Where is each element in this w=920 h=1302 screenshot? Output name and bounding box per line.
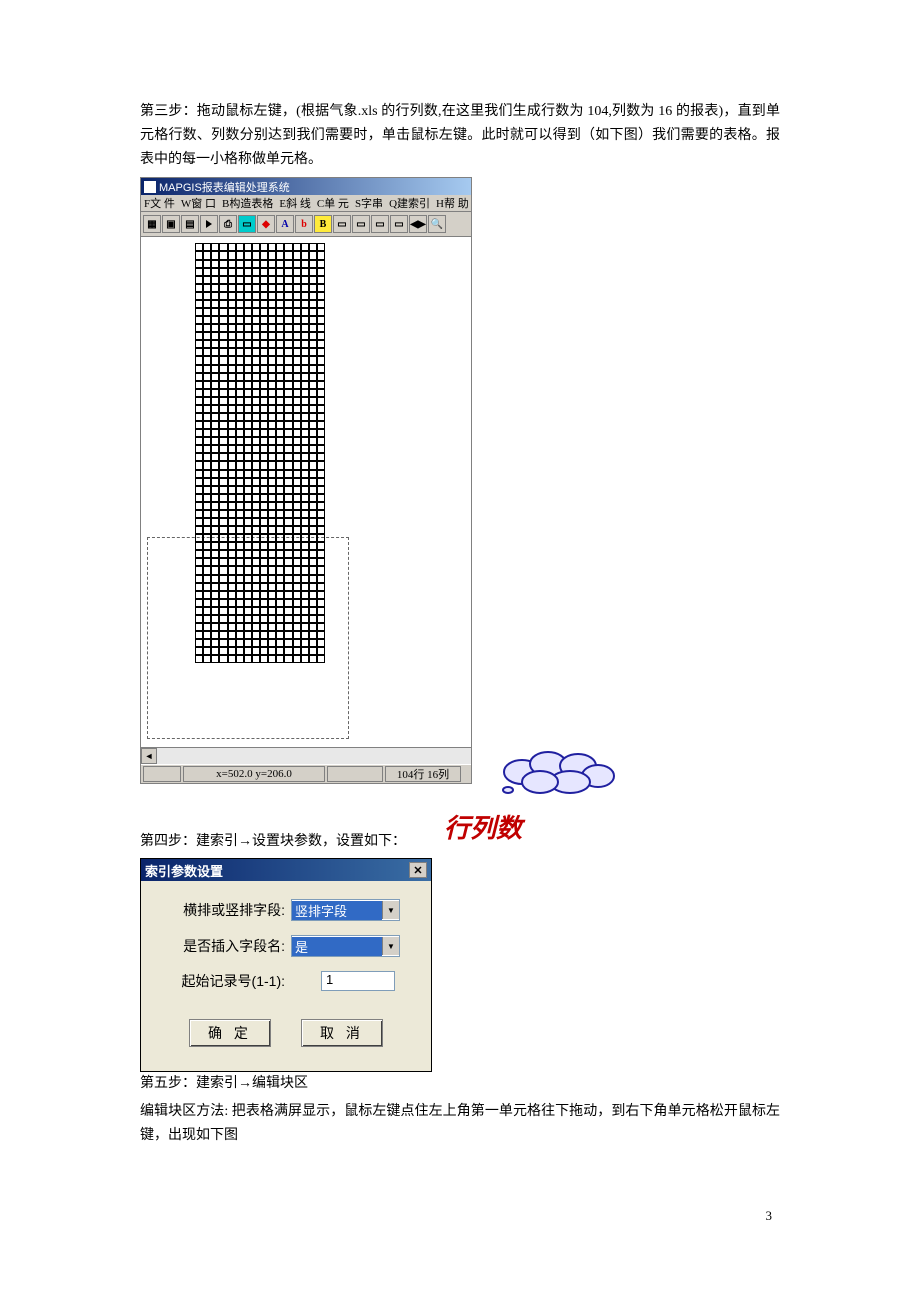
step3-paragraph: 第三步：拖动鼠标左键，(根据气象.xls 的行列数,在这里我们生成行数为 104…: [140, 100, 780, 171]
status-seg: [327, 766, 383, 782]
form-row-startrec: 起始记录号(1-1): 1: [155, 971, 417, 991]
report-grid[interactable]: [195, 243, 325, 663]
cancel-button[interactable]: 取 消: [301, 1019, 383, 1047]
tool-icon[interactable]: ▣: [162, 215, 180, 233]
tool-icon[interactable]: ▭: [371, 215, 389, 233]
step5-paragraph: 第五步：建索引→编辑块区: [140, 1072, 780, 1096]
ok-button[interactable]: 确 定: [189, 1019, 271, 1047]
toolbar: ▦ ▣ ▤ ⎙ ▭ ◆ A b B ▭ ▭ ▭ ▭ ◀▶ 🔍: [141, 212, 471, 237]
callout-text: 行列数: [444, 808, 522, 845]
index-params-dialog: 索引参数设置 ✕ 横排或竖排字段: 竖排字段 ▼ 是否插入字段名: 是 ▼ 起始…: [140, 858, 432, 1072]
form-row-orientation: 横排或竖排字段: 竖排字段 ▼: [155, 899, 417, 921]
app-icon: [144, 181, 156, 193]
page-number: 3: [140, 1208, 780, 1224]
tool-icon[interactable]: ▭: [352, 215, 370, 233]
orientation-combo[interactable]: 竖排字段 ▼: [291, 899, 400, 921]
menu-cell[interactable]: C单 元: [317, 195, 349, 211]
dialog-title: 索引参数设置: [145, 861, 223, 880]
tool-icon[interactable]: ◀▶: [409, 215, 427, 233]
tool-icon[interactable]: ▭: [390, 215, 408, 233]
menu-string[interactable]: S字串: [355, 195, 383, 211]
insertfield-combo[interactable]: 是 ▼: [291, 935, 400, 957]
menu-window[interactable]: W窗 口: [181, 195, 216, 211]
letter-b-icon[interactable]: B: [314, 215, 332, 233]
scroll-left-icon[interactable]: ◄: [141, 748, 157, 764]
tool-icon[interactable]: ▦: [143, 215, 161, 233]
step5-method-paragraph: 编辑块区方法: 把表格满屏显示，鼠标左键点住左上角第一单元格往下拖动，到右下角单…: [140, 1100, 780, 1148]
app-title: MAPGIS报表编辑处理系统: [159, 179, 290, 195]
letter-b-icon[interactable]: b: [295, 215, 313, 233]
mapgis-window: MAPGIS报表编辑处理系统 F文 件 W窗 口 B构造表格 E斜 线 C单 元…: [140, 177, 472, 784]
startrec-label: 起始记录号(1-1):: [155, 971, 291, 991]
letter-a-icon[interactable]: A: [276, 215, 294, 233]
dialog-body: 横排或竖排字段: 竖排字段 ▼ 是否插入字段名: 是 ▼ 起始记录号(1-1):…: [141, 881, 431, 1071]
status-coord: x=502.0 y=206.0: [183, 766, 325, 782]
orientation-label: 横排或竖排字段:: [155, 900, 291, 920]
menu-slash[interactable]: E斜 线: [279, 195, 310, 211]
tool-icon[interactable]: ▭: [238, 215, 256, 233]
tool-icon[interactable]: ▭: [333, 215, 351, 233]
chevron-down-icon[interactable]: ▼: [382, 901, 399, 919]
status-seg: [143, 766, 181, 782]
menu-index[interactable]: Q建索引: [389, 195, 430, 211]
dialog-titlebar: 索引参数设置 ✕: [141, 859, 431, 881]
startrec-input[interactable]: 1: [321, 971, 395, 991]
statusbar: x=502.0 y=206.0 104行 16列: [141, 764, 471, 783]
menu-help[interactable]: H帮 助: [436, 195, 469, 211]
print-icon[interactable]: ⎙: [219, 215, 237, 233]
cloud-icon: [500, 750, 620, 794]
search-icon[interactable]: 🔍: [428, 215, 446, 233]
insertfield-value: 是: [292, 937, 382, 956]
dialog-buttons: 确 定 取 消: [155, 1005, 417, 1063]
callout-cloud: 行列数: [440, 760, 640, 830]
scroll-track[interactable]: [157, 748, 471, 764]
horizontal-scrollbar[interactable]: ◄: [141, 747, 471, 764]
status-rowcol: 104行 16列: [385, 766, 461, 782]
play-icon[interactable]: [200, 215, 218, 233]
close-icon[interactable]: ✕: [409, 862, 427, 878]
canvas-area[interactable]: [141, 237, 471, 747]
titlebar: MAPGIS报表编辑处理系统: [141, 178, 471, 195]
insertfield-label: 是否插入字段名:: [155, 936, 291, 956]
menu-file[interactable]: F文 件: [144, 195, 175, 211]
orientation-value: 竖排字段: [292, 901, 382, 920]
tool-icon[interactable]: ▤: [181, 215, 199, 233]
menubar[interactable]: F文 件 W窗 口 B构造表格 E斜 线 C单 元 S字串 Q建索引 H帮 助: [141, 195, 471, 212]
tool-icon[interactable]: ◆: [257, 215, 275, 233]
chevron-down-icon[interactable]: ▼: [382, 937, 399, 955]
form-row-insertfield: 是否插入字段名: 是 ▼: [155, 935, 417, 957]
menu-build[interactable]: B构造表格: [222, 195, 273, 211]
